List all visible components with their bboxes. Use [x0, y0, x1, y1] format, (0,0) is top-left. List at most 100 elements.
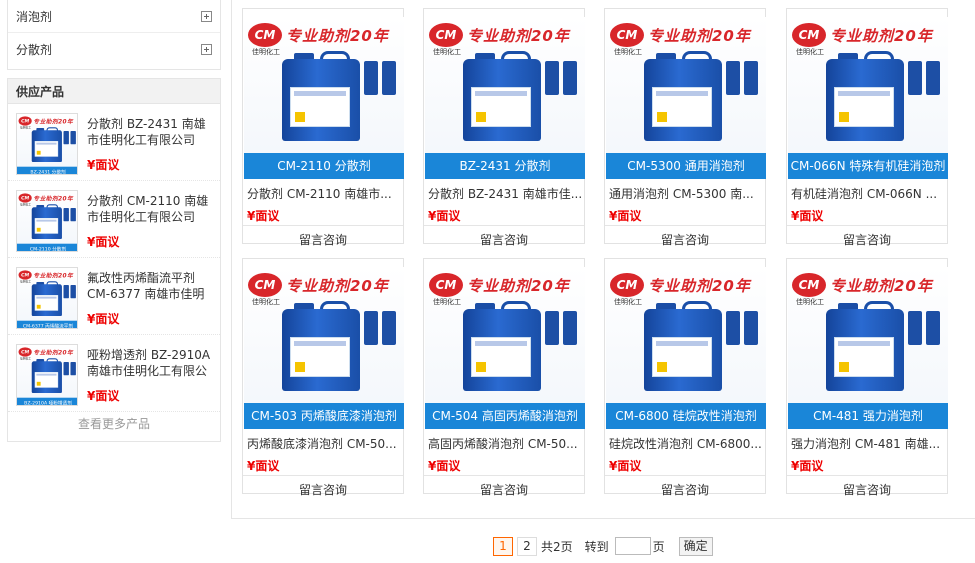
- hazard-icon: [839, 362, 849, 372]
- brand-slogan: 专业助剂20年: [467, 27, 570, 45]
- supply-thumbnail[interactable]: CM 佳明化工 专业助剂20年 BZ-2431 分散剂: [16, 113, 78, 175]
- supply-item-name[interactable]: 分散剂 BZ-2431 南雄市佳明化工有限公司: [87, 116, 212, 150]
- brand-logo-sub: 佳明化工: [433, 298, 461, 306]
- bucket-label: [834, 337, 894, 377]
- quality-badge: [63, 285, 69, 299]
- supply-item-name[interactable]: 分散剂 CM-2110 南雄市佳明化工有限公司: [87, 193, 212, 227]
- inquiry-button[interactable]: 留言咨询: [605, 475, 765, 497]
- product-name-link[interactable]: 分散剂 CM-2110 南雄市...: [247, 187, 401, 201]
- brand-logo-sub: 佳明化工: [20, 280, 31, 284]
- inquiry-button[interactable]: 留言咨询: [605, 225, 765, 247]
- product-name-link[interactable]: 硅烷改性消泡剂 CM-6800...: [609, 437, 763, 451]
- brand-logo: CM: [610, 273, 644, 297]
- service-badge: [70, 208, 76, 222]
- category-item-dispersant[interactable]: 分散剂: [8, 33, 220, 66]
- product-image[interactable]: CM 佳明化工 专业助剂20年 BZ-2431 分散剂: [17, 114, 77, 174]
- category-item-defoamer[interactable]: 消泡剂: [8, 0, 220, 33]
- brand-slogan: 专业助剂20年: [286, 277, 389, 295]
- hazard-icon: [839, 112, 849, 122]
- brand-slogan: 专业助剂20年: [33, 194, 74, 202]
- service-badge: [926, 61, 940, 95]
- inquiry-button[interactable]: 留言咨询: [243, 225, 403, 247]
- product-image[interactable]: CM 佳明化工 专业助剂20年 CM-6800 硅烷改性消泡剂: [606, 267, 766, 429]
- brand-logo: CM: [248, 273, 282, 297]
- supply-thumbnail[interactable]: CM 佳明化工 专业助剂20年 CM-6377 丙烯酸流平剂: [16, 267, 78, 329]
- service-badge: [70, 285, 76, 299]
- product-banner: CM-504 高固丙烯酸消泡剂: [425, 403, 585, 429]
- bucket-label: [471, 87, 531, 127]
- view-more-products-link[interactable]: 查看更多产品: [8, 412, 220, 437]
- quality-badge: [545, 311, 559, 345]
- brand-logo-sub: 佳明化工: [614, 298, 642, 306]
- page-number-input[interactable]: [614, 537, 651, 555]
- service-badge: [744, 61, 758, 95]
- hazard-icon: [657, 112, 667, 122]
- product-name-link[interactable]: 强力消泡剂 CM-481 南雄...: [791, 437, 945, 451]
- product-image[interactable]: CM 佳明化工 专业助剂20年 CM-5300 通用消泡剂: [606, 17, 766, 179]
- confirm-page-button[interactable]: 确定: [678, 536, 713, 556]
- product-name-link[interactable]: 丙烯酸底漆消泡剂 CM-50...: [247, 437, 401, 451]
- brand-logo-sub: 佳明化工: [796, 298, 824, 306]
- inquiry-button[interactable]: 留言咨询: [424, 225, 584, 247]
- product-name-link[interactable]: 有机硅消泡剂 CM-066N ...: [791, 187, 945, 201]
- brand-logo-sub: 佳明化工: [796, 48, 824, 56]
- brand-logo-sub: 佳明化工: [252, 48, 280, 56]
- product-price: ¥面议: [428, 209, 461, 223]
- inquiry-button[interactable]: 留言咨询: [424, 475, 584, 497]
- service-badge: [70, 362, 76, 376]
- hazard-icon: [36, 381, 41, 386]
- product-image[interactable]: CM 佳明化工 专业助剂20年 BZ-2910A 哑粉增透剂: [17, 345, 77, 405]
- product-image[interactable]: CM 佳明化工 专业助剂20年 CM-066N 特殊有机硅消泡剂: [788, 17, 948, 179]
- supply-item[interactable]: CM 佳明化工 专业助剂20年 BZ-2910A 哑粉增透剂 哑粉增透剂 BZ-…: [8, 335, 220, 412]
- product-image[interactable]: CM 佳明化工 专业助剂20年 CM-503 丙烯酸底漆消泡剂: [244, 267, 404, 429]
- inquiry-button[interactable]: 留言咨询: [243, 475, 403, 497]
- product-name-link[interactable]: 高固丙烯酸消泡剂 CM-50...: [428, 437, 582, 451]
- product-banner: CM-503 丙烯酸底漆消泡剂: [244, 403, 404, 429]
- page-2-button[interactable]: 2: [517, 536, 537, 556]
- quality-badge: [908, 311, 922, 345]
- product-image[interactable]: CM 佳明化工 专业助剂20年 BZ-2431 分散剂: [425, 17, 585, 179]
- supply-thumbnail[interactable]: CM 佳明化工 专业助剂20年 CM-2110 分散剂: [16, 190, 78, 252]
- inquiry-button[interactable]: 留言咨询: [787, 475, 947, 497]
- supply-item[interactable]: CM 佳明化工 专业助剂20年 CM-6377 丙烯酸流平剂 氟改性丙烯酯流平剂…: [8, 258, 220, 335]
- product-image[interactable]: CM 佳明化工 专业助剂20年 CM-6377 丙烯酸流平剂: [17, 268, 77, 328]
- brand-slogan: 专业助剂20年: [286, 27, 389, 45]
- product-image[interactable]: CM 佳明化工 专业助剂20年 CM-2110 分散剂: [244, 17, 404, 179]
- bucket-label: [34, 372, 59, 388]
- product-banner: CM-2110 分散剂: [244, 153, 404, 179]
- supply-item-price: ¥面议: [87, 158, 120, 172]
- brand-logo: CM: [792, 273, 826, 297]
- product-card: CM 佳明化工 专业助剂20年 BZ-2431 分散剂 分散剂 BZ-2431 …: [423, 8, 585, 247]
- page-1-button[interactable]: 1: [493, 536, 513, 556]
- supply-thumbnail[interactable]: CM 佳明化工 专业助剂20年 BZ-2910A 哑粉增透剂: [16, 344, 78, 406]
- brand-logo-sub: 佳明化工: [20, 203, 31, 207]
- bucket-label: [34, 141, 59, 157]
- expand-plus-icon[interactable]: [201, 10, 212, 22]
- product-image[interactable]: CM 佳明化工 专业助剂20年 CM-2110 分散剂: [17, 191, 77, 251]
- product-banner: BZ-2431 分散剂: [425, 153, 585, 179]
- service-badge: [744, 311, 758, 345]
- brand-logo: CM: [792, 23, 826, 47]
- brand-slogan: 专业助剂20年: [830, 27, 933, 45]
- product-card: CM 佳明化工 专业助剂20年 CM-481 强力消泡剂 强力消泡剂 CM-48…: [786, 258, 948, 497]
- supply-item-name[interactable]: 哑粉增透剂 BZ-2910A 南雄市佳明化工有限公: [87, 347, 212, 381]
- product-name-link[interactable]: 分散剂 BZ-2431 南雄市佳...: [428, 187, 582, 201]
- expand-plus-icon[interactable]: [201, 44, 212, 55]
- product-image[interactable]: CM 佳明化工 专业助剂20年 CM-481 强力消泡剂: [788, 267, 948, 429]
- product-banner: CM-6800 硅烷改性消泡剂: [606, 403, 766, 429]
- hazard-icon: [476, 112, 486, 122]
- service-badge: [926, 311, 940, 345]
- product-banner: CM-6377 丙烯酸流平剂: [17, 320, 77, 328]
- product-name-link[interactable]: 通用消泡剂 CM-5300 南...: [609, 187, 763, 201]
- brand-logo: CM: [18, 116, 32, 126]
- supply-item[interactable]: CM 佳明化工 专业助剂20年 BZ-2431 分散剂 分散剂 BZ-2431 …: [8, 104, 220, 181]
- brand-slogan: 专业助剂20年: [467, 277, 570, 295]
- supply-item[interactable]: CM 佳明化工 专业助剂20年 CM-2110 分散剂 分散剂 CM-2110 …: [8, 181, 220, 258]
- bucket-label: [652, 337, 712, 377]
- quality-badge: [63, 131, 69, 145]
- bucket-label: [834, 87, 894, 127]
- bucket-label: [34, 295, 59, 311]
- supply-item-name[interactable]: 氟改性丙烯酯流平剂 CM-6377 南雄市佳明: [87, 270, 212, 304]
- inquiry-button[interactable]: 留言咨询: [787, 225, 947, 247]
- product-image[interactable]: CM 佳明化工 专业助剂20年 CM-504 高固丙烯酸消泡剂: [425, 267, 585, 429]
